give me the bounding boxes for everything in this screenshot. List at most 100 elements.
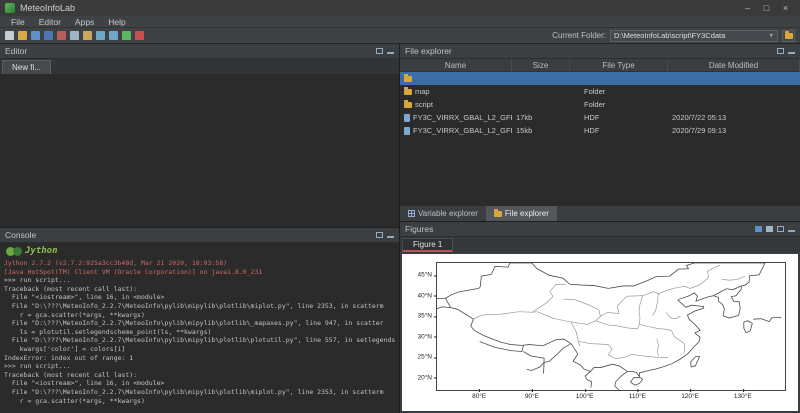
run-script-button[interactable] bbox=[122, 31, 131, 40]
file-type: Folder bbox=[570, 98, 668, 111]
figures-panel: Figures Figure 1 80°E90°E100° bbox=[400, 222, 800, 413]
x-tick-label: 90°E bbox=[525, 393, 539, 400]
country-boundary-line bbox=[480, 342, 524, 352]
console-line: Traceback (most recent call last): bbox=[4, 371, 395, 380]
dropdown-caret-icon: ▼ bbox=[769, 33, 774, 39]
paste-button[interactable] bbox=[83, 31, 92, 40]
province-boundary-line bbox=[537, 312, 580, 346]
console-line: r = gca.scatter(*args, **kwargs) bbox=[4, 311, 395, 320]
file-row[interactable] bbox=[400, 72, 800, 85]
folder-icon bbox=[785, 33, 793, 39]
code-line: #Get data variable bbox=[4, 101, 399, 110]
menu-item[interactable]: Apps bbox=[68, 16, 101, 28]
x-tick-label: 100°E bbox=[576, 393, 594, 400]
save-all-button[interactable] bbox=[44, 31, 53, 40]
y-tick-label: 30°N bbox=[417, 333, 432, 340]
console-line: r = gca.scatter(*args, **kwargs) bbox=[4, 397, 395, 406]
float-icon[interactable] bbox=[777, 48, 784, 54]
file-table-header: NameSizeFile TypeDate Modified bbox=[400, 59, 800, 72]
editor-panel-header: Editor bbox=[0, 44, 399, 59]
file-date-modified: 2020/7/29 09:13 bbox=[668, 124, 800, 137]
file-type-icon bbox=[404, 76, 412, 82]
console-line: >>> run script... bbox=[4, 276, 395, 285]
column-header[interactable]: Size bbox=[512, 59, 570, 72]
minimize-icon[interactable] bbox=[788, 227, 795, 232]
menu-item[interactable]: File bbox=[4, 16, 32, 28]
jython-logo-text: Jython bbox=[25, 246, 58, 256]
cut-button[interactable] bbox=[57, 31, 66, 40]
code-line: layer = scatterm(lon, lat, data, s=3, co… bbox=[4, 203, 399, 212]
minimize-icon[interactable] bbox=[387, 49, 394, 54]
maximize-button[interactable]: □ bbox=[757, 0, 776, 16]
current-folder-label: Current Folder: bbox=[552, 31, 606, 40]
current-folder-combobox[interactable]: D:\MeteoInfoLab\script\FY3Cdata ▼ bbox=[610, 30, 778, 42]
console-lines: Jython 2.7.2 (v2.7.2:925a3cc3b48d, Mar 2… bbox=[4, 259, 395, 405]
minimize-button[interactable]: – bbox=[738, 0, 757, 16]
file-rows: map Folder script Folder FY3C_VIRRX_GBAL… bbox=[400, 72, 800, 137]
float-icon[interactable] bbox=[777, 226, 784, 232]
minimize-icon[interactable] bbox=[387, 233, 394, 238]
save-button[interactable] bbox=[31, 31, 40, 40]
menu-item[interactable]: Editor bbox=[32, 16, 68, 28]
current-folder-group: Current Folder: D:\MeteoInfoLab\script\F… bbox=[552, 30, 795, 42]
explorer-tab-label: File explorer bbox=[505, 209, 549, 218]
close-button[interactable]: × bbox=[776, 0, 795, 16]
province-boundary-line bbox=[473, 312, 537, 319]
new-file-button[interactable] bbox=[5, 31, 14, 40]
figures-panel-title: Figures bbox=[405, 224, 433, 234]
console-panel-title: Console bbox=[5, 230, 36, 240]
code-line: data = v[:,5] bbox=[4, 126, 399, 135]
column-header[interactable]: Date Modified bbox=[668, 59, 800, 72]
minimize-icon[interactable] bbox=[788, 49, 795, 54]
explorer-tab[interactable]: File explorer bbox=[486, 206, 557, 221]
copy-figure-icon[interactable] bbox=[766, 226, 773, 232]
console-line: kwargs['color'] = colors[i] bbox=[4, 345, 395, 354]
jython-logo-icon bbox=[13, 247, 22, 256]
file-name: script bbox=[415, 98, 433, 111]
window-title: MeteoInfoLab bbox=[20, 3, 75, 13]
china-map-svg bbox=[437, 263, 785, 390]
file-name: FY3C_VIRRX_GBAL_L2_GFR_MLT_GL... bbox=[413, 124, 512, 137]
undo-button[interactable] bbox=[96, 31, 105, 40]
editor-tab[interactable]: New fi... bbox=[2, 60, 51, 74]
code-line: v = f['FIRES'] bbox=[4, 109, 399, 118]
interrupt-button[interactable] bbox=[135, 31, 144, 40]
editor-tab-bar: New fi... bbox=[0, 59, 399, 74]
province-boundary-line bbox=[657, 339, 659, 356]
float-icon[interactable] bbox=[376, 48, 383, 54]
open-file-button[interactable] bbox=[18, 31, 27, 40]
jython-logo: Jython bbox=[6, 246, 395, 256]
save-figure-icon[interactable] bbox=[755, 226, 762, 232]
copy-button[interactable] bbox=[70, 31, 79, 40]
file-row[interactable]: FY3C_VIRRX_GBAL_L2_GFR_MLT_GL... 17kb HD… bbox=[400, 111, 800, 124]
console-output-area[interactable]: Jython Jython 2.7.2 (v2.7.2:925a3cc3b48d… bbox=[0, 243, 399, 413]
code-line: china = shaperead('D:/MeteoInfoLab/scrip… bbox=[4, 177, 399, 186]
code-line: world = shaperead('D:/MeteoInfoLab/scrip… bbox=[4, 169, 399, 178]
x-tick-label: 110°E bbox=[629, 393, 646, 400]
code-line: fn = 'D:/MeteoInfoLab/script/FY3Cdata/FY… bbox=[4, 84, 399, 93]
file-size bbox=[512, 85, 570, 98]
file-type: HDF bbox=[570, 124, 668, 137]
file-row[interactable]: map Folder bbox=[400, 85, 800, 98]
console-line: ls = plotutil.setlegendscheme_point(ls, … bbox=[4, 328, 395, 337]
x-tick-label: 130°E bbox=[734, 393, 752, 400]
browse-folder-button[interactable] bbox=[782, 30, 795, 42]
figure-canvas-area[interactable]: 80°E90°E100°E110°E120°E130°E20°N25°N30°N… bbox=[400, 252, 800, 413]
file-row[interactable]: script Folder bbox=[400, 98, 800, 111]
figure-tab[interactable]: Figure 1 bbox=[402, 238, 453, 252]
file-date-modified bbox=[668, 85, 800, 98]
right-column: File explorer NameSizeFile TypeDate Modi… bbox=[400, 44, 800, 413]
redo-button[interactable] bbox=[109, 31, 118, 40]
menu-item[interactable]: Help bbox=[101, 16, 132, 28]
code-editor-area[interactable]: #Add data file fn = 'D:/MeteoInfoLab/scr… bbox=[0, 74, 399, 227]
app-window: MeteoInfoLab –□× FileEditorAppsHelp Curr… bbox=[0, 0, 800, 413]
app-logo-icon bbox=[5, 3, 15, 13]
file-row[interactable]: FY3C_VIRRX_GBAL_L2_GFR_MLT_GL... 15kb HD… bbox=[400, 124, 800, 137]
province-boundary-line bbox=[672, 331, 685, 354]
float-icon[interactable] bbox=[376, 232, 383, 238]
column-header[interactable]: File Type bbox=[570, 59, 668, 72]
explorer-tab[interactable]: Variable explorer bbox=[400, 206, 486, 221]
province-boundary-line bbox=[596, 321, 640, 329]
province-boundary-line bbox=[600, 296, 642, 317]
column-header[interactable]: Name bbox=[400, 59, 512, 72]
